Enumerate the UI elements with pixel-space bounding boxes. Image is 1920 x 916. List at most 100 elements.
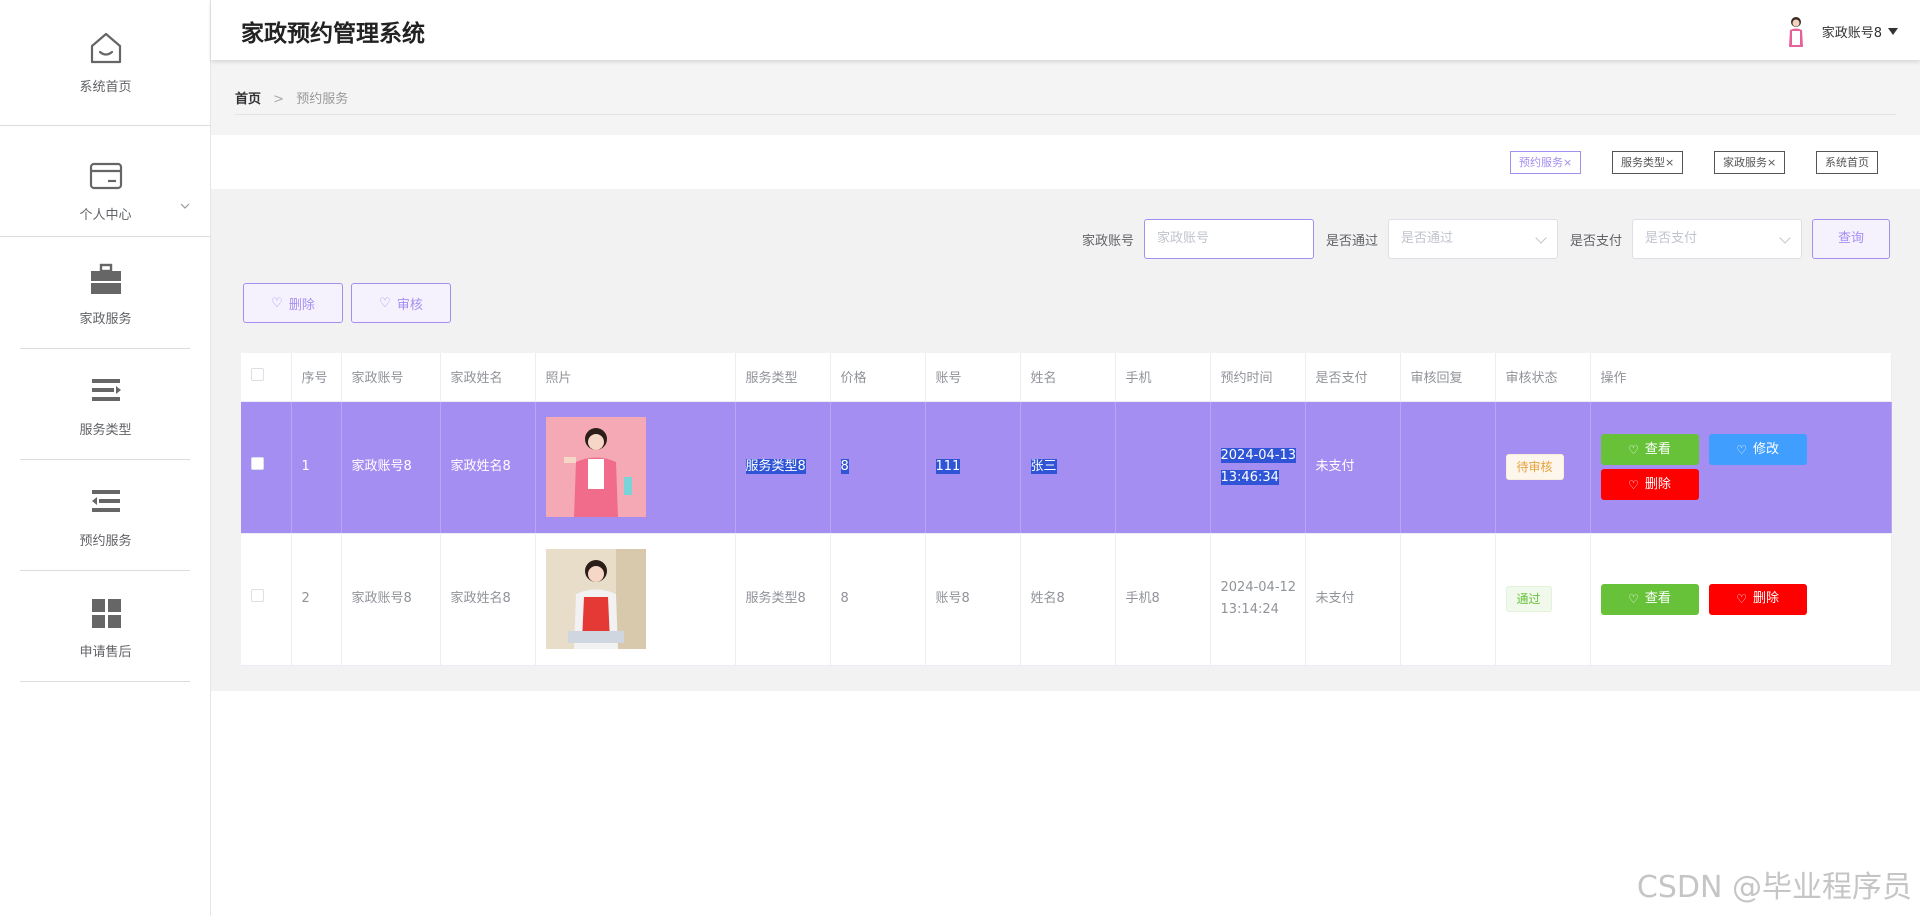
row-checkbox[interactable] bbox=[251, 589, 264, 602]
tab-housekeeping[interactable]: 家政服务× bbox=[1714, 151, 1786, 174]
main-area: 首页 > 预约服务 预约服务× 服务类型× 家政服务× 系统首页 家政账号 家政… bbox=[211, 60, 1920, 916]
column-header: 序号 bbox=[291, 353, 342, 402]
breadcrumb-separator: > bbox=[273, 92, 285, 107]
selected-text: 2024-04-13 13:46:34 bbox=[1220, 448, 1297, 485]
tab-booking[interactable]: 预约服务× bbox=[1510, 151, 1582, 174]
breadcrumb-home[interactable]: 首页 bbox=[235, 92, 261, 107]
divider bbox=[20, 348, 190, 349]
sidebar: 系统首页 个人中心 家政服务 服务类型 预约服务 申请售后 bbox=[0, 0, 211, 916]
batch-delete-button[interactable]: ♡ 删除 bbox=[243, 283, 343, 323]
table-row[interactable]: 1 家政账号8 家政姓名8 服务类型8 8 111 张三 2024-04-13 … bbox=[241, 401, 1892, 534]
column-header: 姓名 bbox=[1020, 353, 1116, 402]
status-badge: 待审核 bbox=[1505, 454, 1564, 480]
select-all-checkbox[interactable] bbox=[251, 368, 264, 382]
tab-label: 预约服务 bbox=[1519, 156, 1563, 169]
app-title: 家政预约管理系统 bbox=[241, 21, 425, 47]
user-menu[interactable]: 家政账号8 bbox=[1782, 14, 1898, 48]
approved-select[interactable]: 是否通过 bbox=[1387, 219, 1558, 259]
housekeeper-photo bbox=[545, 549, 646, 649]
column-header: 操作 bbox=[1590, 353, 1892, 402]
sidebar-item-after-sale[interactable]: 申请售后 bbox=[0, 593, 211, 660]
tab-home[interactable]: 系统首页 bbox=[1816, 151, 1878, 174]
tab-label: 系统首页 bbox=[1825, 156, 1869, 169]
divider bbox=[20, 570, 190, 571]
row-checkbox[interactable] bbox=[251, 457, 264, 470]
tab-service-type[interactable]: 服务类型× bbox=[1612, 151, 1684, 174]
action-row: ♡ 删除 ♡ 审核 bbox=[243, 283, 459, 323]
button-label: 修改 bbox=[1753, 441, 1780, 457]
button-label: 查看 bbox=[1644, 591, 1671, 606]
close-icon[interactable]: × bbox=[1767, 156, 1776, 169]
card-icon bbox=[89, 162, 122, 190]
column-header: 审核状态 bbox=[1495, 353, 1591, 402]
top-header: 家政预约管理系统 家政账号8 bbox=[211, 0, 1920, 60]
divider bbox=[20, 459, 190, 460]
briefcase-icon bbox=[90, 263, 121, 294]
cell-price: 8 bbox=[830, 533, 926, 666]
column-header: 手机 bbox=[1115, 353, 1211, 402]
avatar bbox=[1788, 17, 1803, 47]
sidebar-item-profile[interactable]: 个人中心 bbox=[0, 156, 211, 223]
cell-photo bbox=[535, 401, 736, 534]
select-placeholder: 是否支付 bbox=[1645, 231, 1698, 246]
cell-photo bbox=[535, 533, 736, 666]
search-bar: 家政账号 家政账号 是否通过 是否通过 是否支付 是否支付 查询 bbox=[1070, 219, 1890, 259]
column-header: 服务类型 bbox=[735, 353, 831, 402]
delete-button[interactable]: ♡ 删除 bbox=[1708, 583, 1807, 615]
cell-user-name: 张三 bbox=[1020, 401, 1116, 534]
table-row[interactable]: 2 家政账号8 家政姓名8 服务类型8 8 账号8 姓名8 手机8 2024-0… bbox=[241, 533, 1892, 666]
sidebar-item-label: 家政服务 bbox=[79, 312, 132, 327]
selected-text: 服务类型8 bbox=[745, 459, 806, 474]
account-label: 家政账号 bbox=[1081, 233, 1134, 249]
cell-user-account: 111 bbox=[925, 401, 1021, 534]
close-icon[interactable]: × bbox=[1563, 156, 1572, 169]
view-button[interactable]: ♡ 查看 bbox=[1600, 583, 1699, 615]
caret-down-icon[interactable] bbox=[1888, 27, 1898, 35]
cell-ops: ♡ 查看 ♡ 修改 ♡ 删除 bbox=[1590, 401, 1892, 534]
breadcrumb-current: 预约服务 bbox=[296, 92, 349, 107]
sidebar-item-service-type[interactable]: 服务类型 bbox=[0, 371, 211, 438]
cell-user-account: 账号8 bbox=[925, 533, 1021, 666]
cell-index: 2 bbox=[291, 533, 342, 666]
approved-label: 是否通过 bbox=[1325, 233, 1378, 249]
sidebar-item-housekeeping[interactable]: 家政服务 bbox=[0, 260, 211, 327]
query-button[interactable]: 查询 bbox=[1812, 219, 1890, 259]
breadcrumb-area: 首页 > 预约服务 bbox=[211, 60, 1920, 135]
home-icon bbox=[90, 32, 121, 64]
list-left-icon bbox=[91, 490, 120, 512]
cell-price: 8 bbox=[830, 401, 926, 534]
column-header: 家政账号 bbox=[341, 353, 441, 402]
paid-select[interactable]: 是否支付 bbox=[1632, 219, 1802, 259]
divider bbox=[0, 125, 211, 126]
heart-icon: ♡ bbox=[1628, 592, 1639, 606]
cell-time: 2024-04-13 13:46:34 bbox=[1210, 401, 1306, 534]
cell-ops: ♡ 查看 ♡ 删除 bbox=[1590, 533, 1892, 666]
selected-text: 张三 bbox=[1030, 459, 1057, 474]
review-button[interactable]: ♡ 审核 bbox=[351, 283, 451, 323]
button-label: 删除 bbox=[288, 297, 315, 313]
column-header: 账号 bbox=[925, 353, 1021, 402]
select-placeholder: 是否通过 bbox=[1400, 231, 1453, 246]
heart-icon: ♡ bbox=[1736, 442, 1748, 457]
select-all-cell[interactable] bbox=[241, 353, 292, 402]
sidebar-item-label: 预约服务 bbox=[79, 534, 132, 549]
sidebar-item-booking[interactable]: 预约服务 bbox=[0, 482, 211, 549]
tab-label: 服务类型 bbox=[1621, 156, 1665, 169]
account-input[interactable]: 家政账号 bbox=[1143, 219, 1314, 259]
cell-paid: 未支付 bbox=[1305, 401, 1401, 534]
cell-user-name: 姓名8 bbox=[1020, 533, 1116, 666]
view-button[interactable]: ♡ 查看 bbox=[1600, 434, 1699, 465]
column-header: 预约时间 bbox=[1210, 353, 1306, 402]
chevron-down-icon[interactable] bbox=[179, 200, 191, 212]
breadcrumb: 首页 > 预约服务 bbox=[235, 88, 348, 107]
list-arrow-icon bbox=[91, 379, 121, 401]
edit-button[interactable]: ♡ 修改 bbox=[1708, 434, 1807, 465]
delete-button[interactable]: ♡ 删除 bbox=[1600, 469, 1699, 500]
cell-status: 待审核 bbox=[1495, 401, 1591, 534]
divider bbox=[235, 114, 1896, 115]
content-panel: 家政账号 家政账号 是否通过 是否通过 是否支付 是否支付 查询 ♡ 删除 ♡ … bbox=[211, 189, 1920, 691]
sidebar-item-home[interactable]: 系统首页 bbox=[0, 28, 211, 95]
cell-name: 家政姓名8 bbox=[440, 533, 536, 666]
close-icon[interactable]: × bbox=[1665, 156, 1674, 169]
tabs-bar: 预约服务× 服务类型× 家政服务× 系统首页 bbox=[225, 145, 1905, 174]
